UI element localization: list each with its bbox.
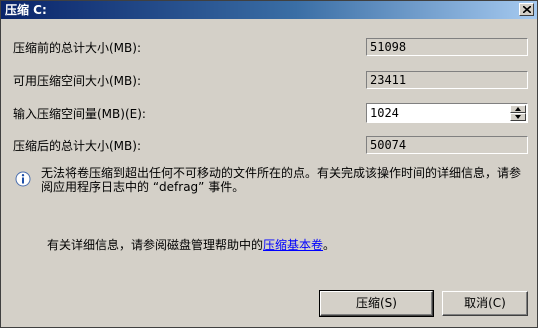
spin-down-icon [515, 115, 521, 119]
dialog-title: 压缩 C: [5, 3, 47, 17]
help-link[interactable]: 压缩基本卷 [263, 238, 323, 252]
available-space-value: 23411 [366, 71, 528, 89]
spin-up-button[interactable] [510, 105, 526, 113]
info-message: 无法将卷压缩到超出任何不可移动的文件所在的点。有关完成该操作时间的详细信息，请参… [41, 166, 522, 194]
close-button[interactable] [519, 3, 534, 16]
shrink-dialog: 压缩 C: 压缩前的总计大小(MB): 51098 可用压缩空间大小(MB): … [0, 0, 538, 328]
close-icon [523, 6, 531, 13]
cancel-button[interactable]: 取消(C) [442, 291, 528, 316]
shrink-amount-stepper[interactable] [366, 103, 528, 123]
total-before-label: 压缩前的总计大小(MB): [13, 41, 141, 55]
total-after-value: 50074 [366, 136, 528, 154]
shrink-amount-input[interactable] [368, 105, 510, 121]
help-text: 有关详细信息，请参阅磁盘管理帮助中的压缩基本卷。 [47, 237, 335, 253]
title-bar: 压缩 C: [1, 1, 537, 19]
spin-down-button[interactable] [510, 113, 526, 121]
shrink-button[interactable]: 压缩(S) [319, 290, 434, 317]
help-suffix: 。 [323, 238, 336, 252]
shrink-amount-label: 输入压缩空间量(MB)(E): [13, 107, 146, 121]
info-icon [15, 171, 31, 187]
total-after-label: 压缩后的总计大小(MB): [13, 139, 141, 153]
help-prefix: 有关详细信息，请参阅磁盘管理帮助中的 [47, 238, 264, 252]
spin-up-icon [515, 107, 521, 111]
available-space-label: 可用压缩空间大小(MB): [13, 74, 141, 88]
total-before-value: 51098 [366, 38, 528, 56]
